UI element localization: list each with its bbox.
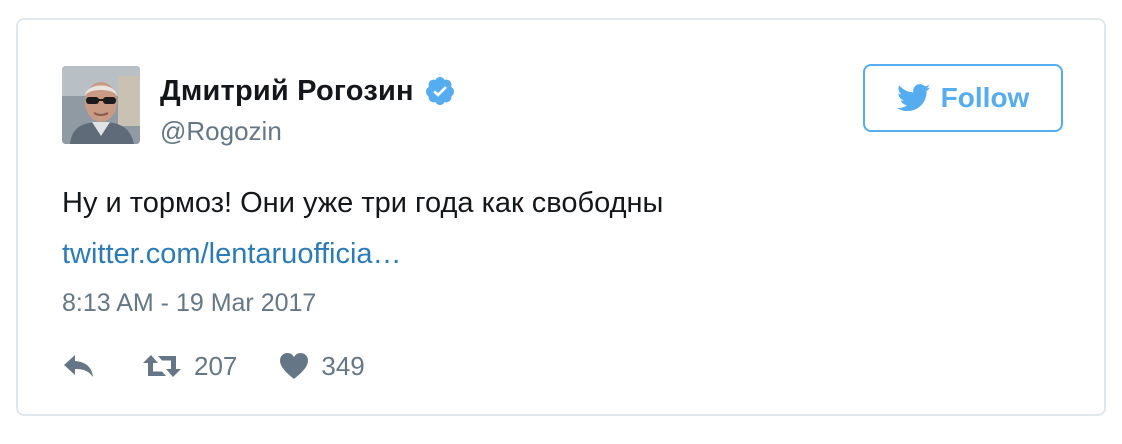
retweet-count: 207 [194,350,238,381]
author-name-row: Дмитрий Рогозин [160,71,456,111]
tweet-actions: 207 349 [62,346,365,386]
retweet-icon [142,352,182,380]
reply-icon [62,353,96,379]
retweet-button[interactable]: 207 [142,351,237,382]
twitter-bird-icon [896,84,931,112]
tweet-link[interactable]: twitter.com/lentaruofficia… [62,234,402,274]
tweet-timestamp[interactable]: 8:13 AM - 19 Mar 2017 [62,286,316,320]
tweet-card: Дмитрий Рогозин @Rogozin Follow Ну и тор… [16,18,1106,416]
like-count: 349 [321,350,365,381]
author-display-name[interactable]: Дмитрий Рогозин [160,75,414,108]
avatar-photo [62,66,140,144]
author-handle[interactable]: @Rogozin [160,116,282,147]
avatar[interactable] [62,66,140,144]
like-button[interactable]: 349 [279,350,365,382]
follow-button[interactable]: Follow [863,64,1063,132]
tweet-text: Ну и тормоз! Они уже три года как свобод… [62,187,664,219]
follow-label: Follow [940,82,1030,113]
reply-button[interactable] [62,353,96,379]
heart-icon [279,352,309,380]
verified-badge-icon [424,75,456,107]
